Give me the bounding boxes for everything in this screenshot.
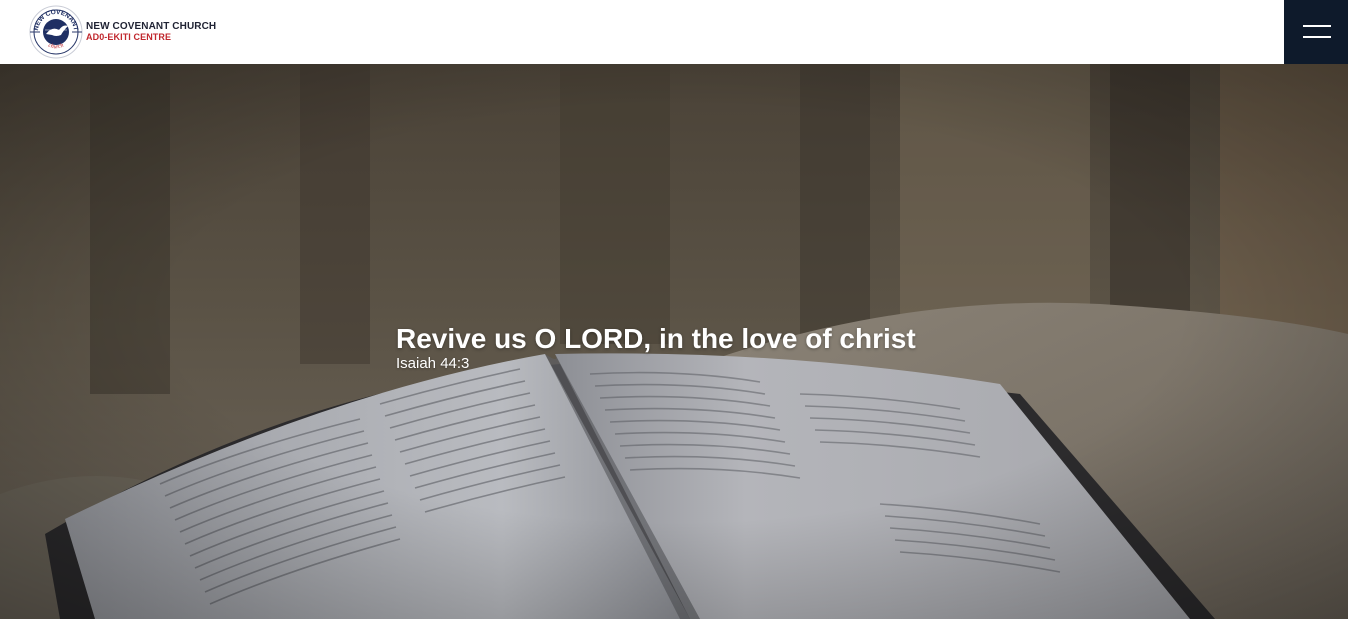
hamburger-menu-button[interactable] (1284, 0, 1348, 64)
church-logo[interactable]: NEW COVENANT church (28, 4, 84, 60)
scripture-reference: Isaiah 44:3 (396, 355, 470, 372)
hero-title: Revive us O LORD, in the love of christ (396, 323, 916, 354)
site-header: NEW COVENANT church NEW COVENANT CHURCH … (0, 0, 1348, 64)
brand-name: NEW COVENANT CHURCH (86, 21, 217, 32)
hero-banner: Revive us O LORD, in the love of christ … (0, 64, 1348, 619)
brand[interactable]: NEW COVENANT CHURCH AD0-EKITI CENTRE (86, 21, 216, 43)
hero-text: Revive us O LORD, in the love of christ … (396, 322, 916, 372)
brand-subtitle: AD0-EKITI CENTRE (86, 32, 172, 42)
